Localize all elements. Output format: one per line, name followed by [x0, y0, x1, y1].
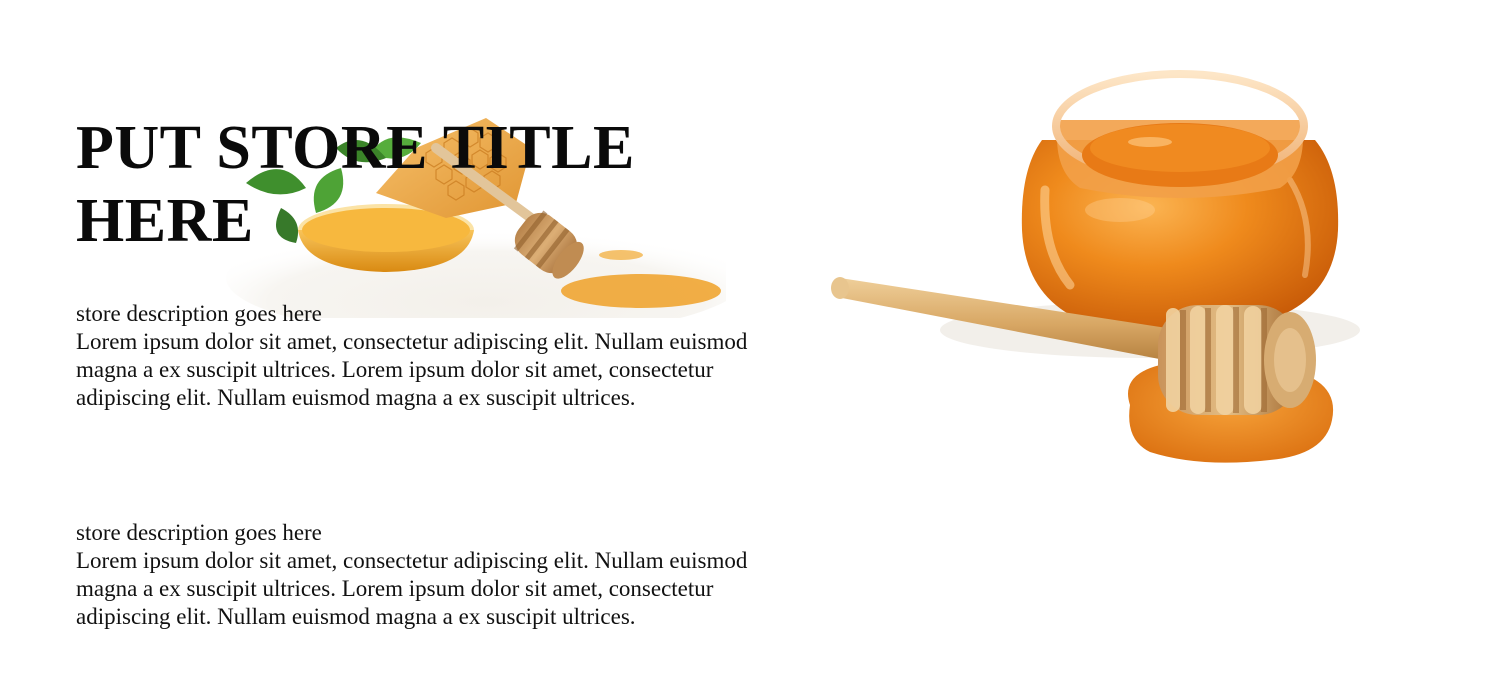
store-description: store description goes here Lorem ipsum …	[76, 519, 756, 631]
store-description: store description goes here Lorem ipsum …	[76, 300, 756, 412]
description-body: Lorem ipsum dolor sit amet, consectetur …	[76, 548, 748, 629]
description-heading: store description goes here	[76, 301, 322, 326]
store-intro: PUT STORE TITLE HERE store description g…	[76, 0, 766, 629]
description-body: Lorem ipsum dolor sit amet, consectetur …	[76, 329, 748, 410]
store-title: PUT STORE TITLE HERE	[76, 114, 635, 255]
honey-jar-image	[831, 70, 1360, 463]
description-heading: store description goes here	[76, 520, 322, 545]
